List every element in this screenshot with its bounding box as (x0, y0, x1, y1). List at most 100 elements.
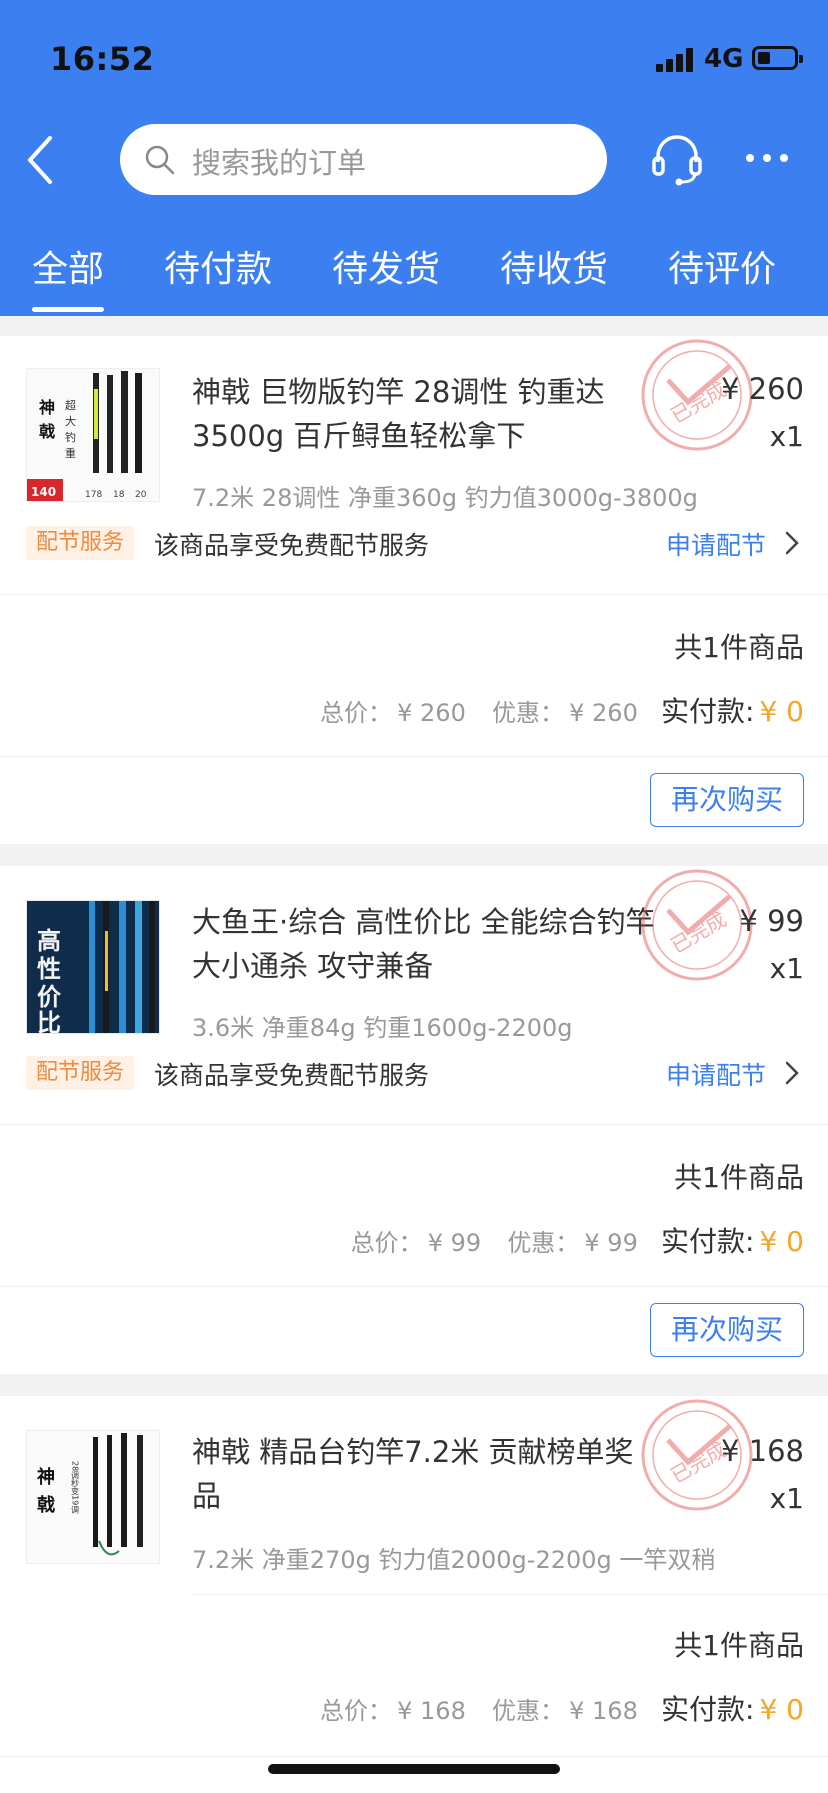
total-label: 总价： (350, 1229, 423, 1257)
svg-text:重: 重 (65, 446, 76, 460)
divider (0, 756, 828, 757)
svg-text:神: 神 (37, 1466, 55, 1488)
svg-text:已完成: 已完成 (667, 907, 731, 958)
tab-all[interactable]: 全部 (32, 240, 105, 312)
product-spec: 3.6米 净重84g 钓重1600g-2200g (192, 1014, 573, 1042)
svg-text:20: 20 (135, 490, 147, 500)
item-count: 共1件商品 (674, 631, 804, 664)
chevron-right-icon[interactable] (784, 1060, 800, 1086)
search-input[interactable]: 搜索我的订单 (120, 124, 607, 195)
service-text: 该商品享受免费配节服务 (154, 1061, 430, 1090)
svg-text:价: 价 (37, 982, 62, 1011)
divider (192, 1594, 828, 1595)
paid-value: ¥ 0 (759, 1225, 804, 1258)
search-icon (145, 145, 175, 175)
battery-icon (752, 46, 803, 70)
svg-text:性: 性 (37, 954, 61, 983)
order-tabs: 全部 待付款 待发货 待收货 待评价 (0, 232, 828, 312)
paid-label: 实付款: (660, 1693, 755, 1726)
divider (0, 1124, 828, 1125)
total-label: 总价： (320, 699, 393, 727)
order-card: 神 戟 超 大 钓 重 140 178 18 20 神戟 巨物版钓竿 28调性 … (0, 336, 828, 844)
price-summary: 总价： ¥ 260 优惠： ¥ 260 实付款: ¥ 0 (320, 690, 804, 730)
svg-text:28调秒变19调: 28调秒变19调 (71, 1461, 80, 1514)
total-label: 总价： (320, 1697, 393, 1725)
completed-stamp-icon: 已完成 (641, 869, 753, 981)
back-button[interactable] (22, 134, 62, 186)
discount-label: 优惠： (492, 699, 565, 727)
tab-pending-payment[interactable]: 待付款 (164, 240, 272, 292)
divider (0, 594, 828, 595)
tab-pending-review[interactable]: 待评价 (668, 240, 776, 292)
more-dots-icon (746, 154, 788, 162)
divider (0, 1756, 828, 1757)
product-image[interactable]: 高 性 价 比 (26, 900, 160, 1034)
product-title[interactable]: 大鱼王·综合 高性价比 全能综合钓竿 大小通杀 攻守兼备 (192, 900, 662, 988)
apply-part-link[interactable]: 申请配节 (666, 1056, 766, 1092)
home-indicator[interactable] (268, 1764, 560, 1774)
discount-label: 优惠： (492, 1697, 565, 1725)
discount-value: ¥ 99 (584, 1229, 638, 1257)
product-qty: x1 (769, 420, 804, 453)
chevron-right-icon[interactable] (784, 530, 800, 556)
svg-text:高: 高 (37, 926, 61, 955)
product-title[interactable]: 神戟 巨物版钓竿 28调性 钓重达3500g 百斤鲟鱼轻松拿下 (192, 370, 662, 458)
price-summary: 总价： ¥ 99 优惠： ¥ 99 实付款: ¥ 0 (351, 1220, 804, 1260)
paid-label: 实付款: (660, 695, 755, 728)
tab-pending-shipment[interactable]: 待发货 (332, 240, 440, 292)
search-placeholder: 搜索我的订单 (192, 146, 367, 180)
product-title[interactable]: 神戟 精品台钓竿7.2米 贡献榜单奖品 (192, 1430, 662, 1518)
total-value: ¥ 260 (397, 699, 466, 727)
svg-text:戟: 戟 (39, 422, 55, 441)
paid-value: ¥ 0 (759, 695, 804, 728)
svg-text:大: 大 (65, 414, 76, 428)
item-count: 共1件商品 (674, 1161, 804, 1194)
order-card: 神 戟 28调秒变19调 神戟 精品台钓竿7.2米 贡献榜单奖品 已完成 ¥ 1… (0, 1396, 828, 1793)
svg-text:戟: 戟 (37, 1494, 55, 1516)
svg-text:178: 178 (85, 490, 102, 500)
discount-label: 优惠： (507, 1229, 580, 1257)
product-thumbnail: 神 戟 28调秒变19调 (27, 1431, 159, 1563)
svg-text:140: 140 (31, 485, 56, 499)
buy-again-button[interactable]: 再次购买 (650, 773, 804, 827)
divider (0, 1286, 828, 1287)
svg-text:比: 比 (37, 1008, 61, 1034)
svg-text:超: 超 (65, 398, 76, 412)
headset-icon (652, 135, 702, 186)
product-thumbnail: 神 戟 超 大 钓 重 140 178 18 20 (27, 369, 159, 501)
discount-value: ¥ 260 (569, 699, 638, 727)
product-price: ¥ 168 (720, 1434, 804, 1468)
apply-part-link[interactable]: 申请配节 (666, 526, 766, 562)
product-image[interactable]: 神 戟 超 大 钓 重 140 178 18 20 (26, 368, 160, 502)
product-qty: x1 (769, 952, 804, 985)
product-thumbnail: 高 性 价 比 (27, 901, 159, 1034)
product-price: ¥ 99 (739, 904, 804, 938)
tab-pending-receipt[interactable]: 待收货 (500, 240, 608, 292)
status-bar: 16:52 4G (0, 0, 828, 120)
product-spec: 7.2米 净重270g 钓力值2000g-2200g 一竿双稍 (192, 1546, 716, 1574)
customer-service-button[interactable] (648, 130, 706, 188)
app-header: 16:52 4G 搜索我的订单 全部 待付款 待发货 待收货 待评价 (0, 0, 828, 316)
service-text: 该商品享受免费配节服务 (154, 531, 430, 560)
item-count: 共1件商品 (674, 1629, 804, 1662)
svg-text:钓: 钓 (65, 430, 76, 444)
network-type: 4G (704, 44, 744, 74)
product-qty: x1 (769, 1482, 804, 1515)
total-value: ¥ 99 (427, 1229, 482, 1257)
product-price: ¥ 260 (720, 372, 804, 406)
product-image[interactable]: 神 戟 28调秒变19调 (26, 1430, 160, 1564)
total-value: ¥ 168 (397, 1697, 466, 1725)
service-badge: 配节服务 (26, 1056, 135, 1090)
chevron-left-icon (28, 136, 52, 184)
paid-value: ¥ 0 (759, 1693, 804, 1726)
signal-icon (656, 48, 694, 72)
paid-label: 实付款: (660, 1225, 755, 1258)
service-badge: 配节服务 (26, 526, 135, 560)
status-time: 16:52 (50, 40, 155, 78)
svg-text:神: 神 (39, 398, 55, 417)
discount-value: ¥ 168 (569, 1697, 638, 1725)
product-spec: 7.2米 28调性 净重360g 钓力值3000g-3800g (192, 484, 698, 512)
svg-text:18: 18 (113, 490, 125, 500)
more-button[interactable] (744, 150, 790, 166)
buy-again-button[interactable]: 再次购买 (650, 1303, 804, 1357)
